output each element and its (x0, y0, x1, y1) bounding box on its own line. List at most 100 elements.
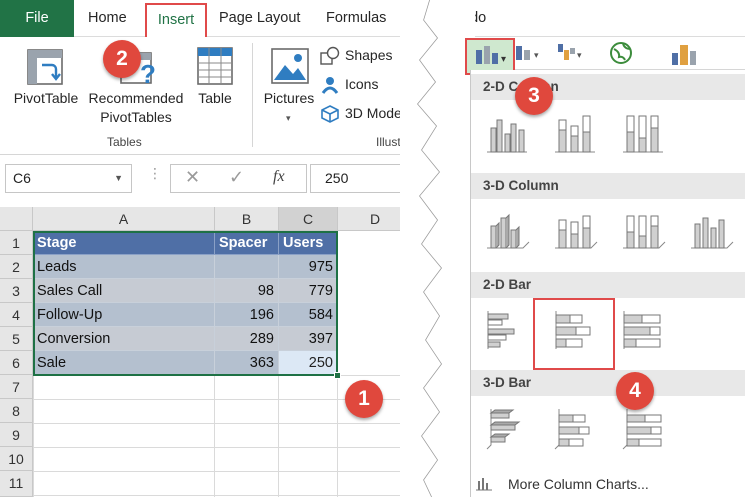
pivotchart-icon[interactable] (668, 41, 698, 67)
ribbon-insert: PivotTable ? Recommended PivotTables Tab… (0, 37, 470, 155)
tables-group-label: Tables (107, 135, 142, 149)
3d-100-stacked-bar-icon[interactable] (619, 405, 667, 451)
table-cell-spacer[interactable]: 98 (215, 279, 279, 303)
fill-handle[interactable] (334, 372, 341, 379)
tab-page-layout[interactable]: Page Layout (219, 0, 300, 37)
column-header-d[interactable]: D (338, 207, 413, 231)
row-header[interactable]: 10 (0, 447, 33, 471)
svg-text:?: ? (140, 59, 156, 87)
table-cell-stage[interactable]: Leads (33, 255, 215, 279)
step-badge-3: 3 (515, 77, 553, 115)
table-cell-spacer[interactable] (215, 255, 279, 279)
100-stacked-column-icon[interactable] (619, 110, 667, 156)
illustrations-group-label: Illust (376, 135, 401, 149)
ribbon-cut-text: ded (440, 90, 464, 106)
row-header[interactable]: 1 (0, 231, 33, 255)
row-header[interactable]: 8 (0, 399, 33, 423)
section-3d-bar: 3-D Bar (471, 370, 745, 396)
bar-chart-dropdown-icon[interactable]: ▾ (514, 42, 544, 64)
name-box[interactable]: C6 ▼ (5, 164, 132, 193)
step-badge-1: 1 (345, 380, 383, 418)
step-badge-2: 2 (103, 40, 141, 78)
row-header[interactable]: 4 (0, 303, 33, 327)
shapes-button[interactable]: Shapes (320, 45, 392, 67)
row-header[interactable]: 5 (0, 327, 33, 351)
column-header-j[interactable]: J (413, 207, 470, 231)
3d-models-label: 3D Mode (345, 105, 402, 121)
waterfall-chart-icon[interactable]: ▾ (556, 42, 586, 64)
shapes-icon (320, 46, 340, 65)
globe-maps-icon[interactable] (608, 40, 634, 66)
chevron-down-icon[interactable]: ▼ (114, 165, 123, 192)
more-column-charts-link[interactable]: More Column Charts... (470, 470, 745, 497)
column-chart-dropdown: 2-D Column 3-D Column (470, 70, 745, 497)
formula-icon-box: ✕ ✓ fx (170, 164, 307, 193)
column-header-a[interactable]: A (33, 207, 215, 231)
table-cell-stage[interactable]: Sale (33, 351, 215, 375)
3d-100-stacked-column-icon[interactable] (619, 208, 667, 254)
column-header-b[interactable]: B (215, 207, 279, 231)
3d-models-icon (321, 105, 339, 123)
100-stacked-bar-icon[interactable] (619, 307, 667, 353)
table-cell-spacer[interactable]: 196 (215, 303, 279, 327)
table-cell-users[interactable]: 779 (279, 279, 338, 303)
icons-label: Icons (345, 76, 379, 92)
3d-models-button[interactable]: 3D Mode (320, 103, 410, 125)
row-header[interactable]: 7 (0, 375, 33, 399)
section-2d-bar: 2-D Bar (471, 272, 745, 298)
column-header-c[interactable]: C (279, 207, 338, 231)
table-cell-users[interactable]: 975 (279, 255, 338, 279)
row-header[interactable]: 9 (0, 423, 33, 447)
tab-file[interactable]: File (0, 0, 74, 37)
step-badge-4: 4 (616, 372, 654, 410)
formula-bar: C6 ▼ ⋮ ✕ ✓ fx 250 (0, 160, 470, 204)
table-header-spacer[interactable]: Spacer (215, 231, 279, 255)
tab-formulas[interactable]: Formulas (326, 0, 386, 37)
recommended-pivottables-label-1: Recommended (88, 90, 184, 106)
3d-clustered-column-icon[interactable] (483, 208, 531, 254)
chevron-down-icon: ▾ (286, 113, 291, 123)
table-cell-spacer[interactable]: 289 (215, 327, 279, 351)
section-3d-column: 3-D Column (471, 173, 745, 199)
select-all-corner[interactable] (0, 207, 33, 231)
table-cell-stage[interactable]: Follow-Up (33, 303, 215, 327)
table-cell-stage[interactable]: Sales Call (33, 279, 215, 303)
table-cell-stage[interactable]: Conversion (33, 327, 215, 351)
clustered-column-icon[interactable] (483, 110, 531, 156)
3d-stacked-column-icon[interactable] (551, 208, 599, 254)
worksheet-grid[interactable]: A B C D J 1 2 3 4 5 6 7 8 9 10 11 Stage … (0, 207, 470, 497)
more-column-charts-label: More Column Charts... (508, 476, 649, 492)
table-cell-users[interactable]: 584 (279, 303, 338, 327)
pictures-button[interactable]: ▾ (260, 43, 320, 129)
3d-column-icon[interactable] (687, 208, 735, 254)
icons-button[interactable]: Icons (320, 74, 390, 96)
3d-clustered-bar-icon[interactable] (483, 405, 531, 451)
table-cell-users[interactable]: 397 (279, 327, 338, 351)
row-header[interactable]: 11 (0, 471, 33, 497)
cancel-icon[interactable]: ✕ (185, 167, 200, 188)
pictures-icon (271, 48, 309, 84)
svg-text:▾: ▾ (534, 51, 539, 61)
row-header[interactable]: 2 (0, 255, 33, 279)
insert-function-icon[interactable]: fx (273, 168, 285, 186)
tab-home[interactable]: Home (88, 0, 127, 37)
table-header-stage[interactable]: Stage (33, 231, 215, 255)
3d-stacked-bar-icon[interactable] (551, 405, 599, 451)
svg-text:▾: ▾ (577, 51, 582, 61)
formula-input[interactable]: 250 (310, 164, 470, 193)
active-cell-c6[interactable]: 250 (279, 351, 338, 375)
tab-tell-me[interactable]: to do (454, 0, 486, 37)
tab-insert[interactable]: Insert (145, 3, 207, 37)
table-label: Table (198, 90, 232, 106)
clustered-bar-icon[interactable] (483, 307, 531, 353)
stacked-column-icon[interactable] (551, 110, 599, 156)
table-icon (197, 47, 233, 85)
table-cell-spacer[interactable]: 363 (215, 351, 279, 375)
table-header-users[interactable]: Users (279, 231, 338, 255)
enter-icon[interactable]: ✓ (229, 167, 244, 188)
stacked-bar-icon[interactable] (551, 307, 599, 353)
column-gridline (337, 231, 338, 497)
row-header[interactable]: 6 (0, 351, 33, 375)
row-header[interactable]: 3 (0, 279, 33, 303)
empty-cells[interactable] (33, 375, 470, 497)
